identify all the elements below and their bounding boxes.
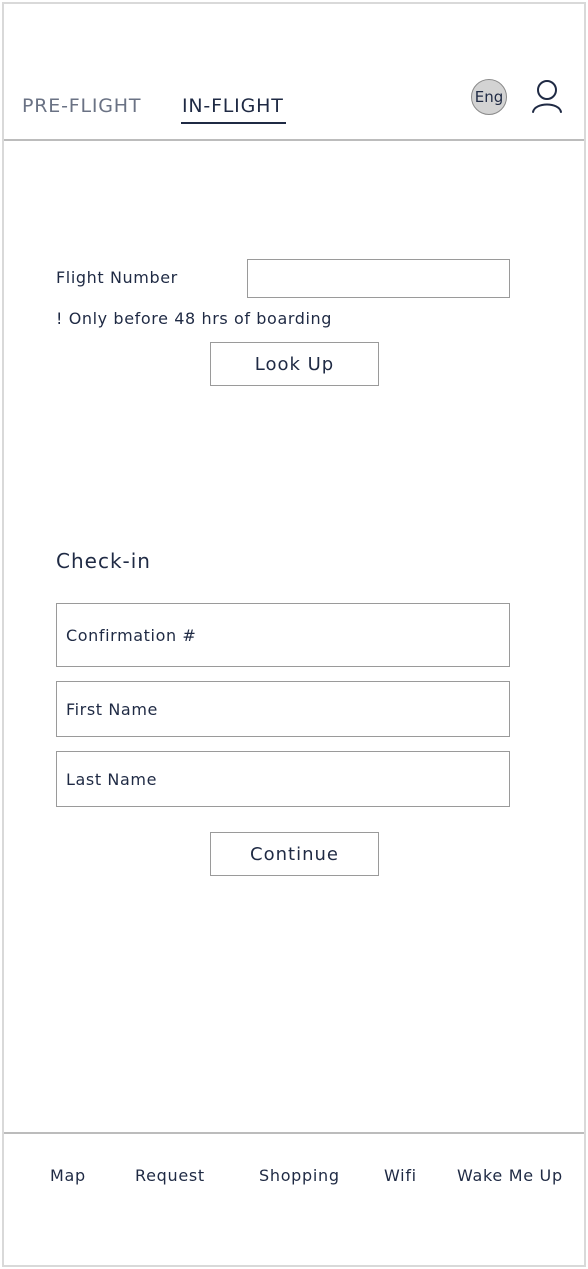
top-header: PRE-FLIGHT IN-FLIGHT Eng <box>4 0 584 141</box>
checkin-title: Check-in <box>56 549 151 573</box>
user-icon[interactable] <box>529 78 565 116</box>
nav-item-wifi[interactable]: Wifi <box>384 1166 417 1185</box>
bottom-nav-divider <box>4 1132 584 1134</box>
last-name-input[interactable] <box>56 751 510 807</box>
flight-number-label: Flight Number <box>56 268 178 287</box>
confirmation-number-input[interactable] <box>56 603 510 667</box>
first-name-input[interactable] <box>56 681 510 737</box>
nav-item-map[interactable]: Map <box>50 1166 86 1185</box>
tab-in-flight[interactable]: IN-FLIGHT <box>181 95 286 124</box>
nav-item-request[interactable]: Request <box>135 1166 205 1185</box>
nav-item-wake-me-up[interactable]: Wake Me Up <box>457 1166 563 1185</box>
nav-item-shopping[interactable]: Shopping <box>259 1166 340 1185</box>
flight-number-input[interactable] <box>247 259 510 298</box>
boarding-note: ! Only before 48 hrs of boarding <box>56 309 333 328</box>
continue-button[interactable]: Continue <box>210 832 379 876</box>
look-up-button-label: Look Up <box>254 353 335 375</box>
tab-pre-flight[interactable]: PRE-FLIGHT <box>22 95 141 117</box>
look-up-button[interactable]: Look Up <box>210 342 379 386</box>
tab-pre-flight-label: PRE-FLIGHT <box>22 95 142 117</box>
user-icon-graphic <box>532 80 562 113</box>
active-tab-indicator <box>181 122 286 124</box>
continue-button-label: Continue <box>250 843 339 865</box>
language-selector[interactable]: Eng <box>471 79 507 115</box>
language-label: Eng <box>474 88 504 106</box>
tab-in-flight-label: IN-FLIGHT <box>182 95 284 117</box>
